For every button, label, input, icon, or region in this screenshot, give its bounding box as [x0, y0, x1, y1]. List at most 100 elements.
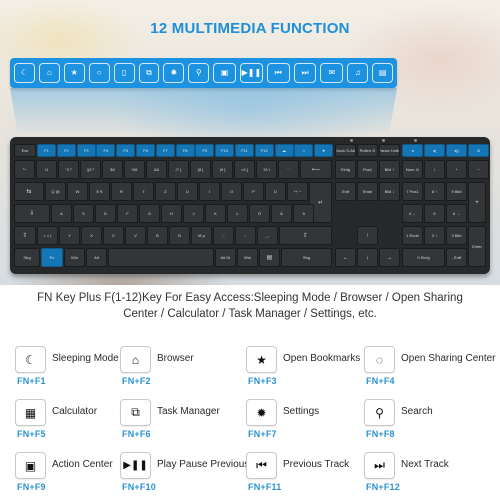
- function-shortcut: FN+F9: [17, 482, 46, 492]
- key: Ende: [357, 182, 378, 201]
- function-label: Sleeping Mode: [52, 353, 119, 364]
- function-calculator: ▦ Calculator FN+F5: [15, 399, 135, 444]
- key: B: [147, 226, 168, 245]
- key: F4: [96, 144, 116, 157]
- function-shortcut: FN+F10: [122, 482, 156, 492]
- function-sleeping-mode: ☾ Sleeping Mode FN+F1: [15, 346, 135, 391]
- key: Strg: [14, 248, 40, 267]
- key: ▤: [259, 248, 280, 267]
- key: F10: [215, 144, 235, 157]
- key: 7 Pos1: [402, 182, 423, 201]
- function-settings: ✹ Settings FN+F7: [246, 399, 366, 444]
- led-indicator: [350, 139, 353, 142]
- gear-icon: ✹: [246, 399, 277, 426]
- action-center-icon: ▣: [15, 452, 46, 479]
- key: L: [227, 204, 248, 223]
- key: ⊘: [468, 144, 489, 157]
- key: W: [67, 182, 88, 201]
- key: !1: [36, 160, 57, 179]
- key: ⟵: [300, 160, 332, 179]
- key: Ü: [265, 182, 286, 201]
- key: ⇧: [14, 226, 36, 245]
- key: > < |: [37, 226, 58, 245]
- key: Win: [64, 248, 85, 267]
- key: (8 [: [190, 160, 211, 179]
- key: ⌂: [294, 144, 314, 157]
- key: _-: [257, 226, 278, 245]
- key: Enter: [468, 226, 486, 267]
- function-shortcut: FN+F1: [17, 376, 46, 386]
- function-shortcut: FN+F8: [366, 429, 395, 439]
- key: F6: [136, 144, 155, 157]
- action-center-icon: ▣: [213, 63, 237, 83]
- led-indicator: [414, 139, 417, 142]
- key: Q @: [45, 182, 66, 201]
- key: Num ⊙: [402, 160, 423, 179]
- previous-track-icon: ⏮: [266, 63, 290, 83]
- keyboard: Esc F1 F2 F3 F4 F5 F6 F7 F8 F9 F10 F11 F12 ☁ ⌂ ★ Druck S…: [10, 137, 490, 274]
- key: Einfg: [335, 160, 356, 179]
- key: Z: [155, 182, 176, 201]
- key: )9 ]: [212, 160, 233, 179]
- key: ↑: [357, 226, 378, 245]
- function-label: Calculator: [52, 406, 98, 417]
- function-shortcut: FN+F3: [248, 376, 277, 386]
- key: 0 Einfg: [402, 248, 445, 267]
- function-shortcut: FN+F6: [122, 429, 151, 439]
- key: →: [379, 248, 400, 267]
- key: &6: [146, 160, 167, 179]
- moon-icon: ☾: [15, 346, 46, 373]
- function-label: Previous Track: [283, 459, 350, 470]
- function-label: Play Pause Previous: [157, 459, 250, 470]
- key: %5: [124, 160, 145, 179]
- key: Bild ↓: [379, 182, 400, 201]
- description-line-1: FN Key Plus F(1-12)Key For Easy Access:S…: [37, 292, 463, 304]
- key: 2 ↓: [424, 226, 445, 245]
- key: K: [205, 204, 226, 223]
- key: /: [424, 160, 445, 179]
- key: ;,: [213, 226, 234, 245]
- search-icon: ⚲: [188, 63, 210, 83]
- key: /7 {: [168, 160, 189, 179]
- next-track-icon: ⏭: [364, 452, 395, 479]
- key: D: [95, 204, 116, 223]
- key: F1: [37, 144, 56, 157]
- key: +: [468, 182, 486, 223]
- key: Entf: [335, 182, 356, 201]
- star-icon: ★: [63, 63, 85, 83]
- key: 6 →: [446, 204, 467, 223]
- key: R: [111, 182, 132, 201]
- description-line-2: Center / Calculator / Task Manager / Set…: [123, 308, 377, 320]
- key: Rollen ⊙: [357, 144, 378, 157]
- function-shortcut: FN+F12: [366, 482, 400, 492]
- search-icon: ⚲: [364, 399, 395, 426]
- key: Alt Gr: [215, 248, 236, 267]
- key: ⇆: [14, 182, 44, 201]
- key: F2: [56, 144, 76, 157]
- key: *: [446, 160, 467, 179]
- music-icon: ♫: [347, 63, 369, 83]
- function-label: Open Bookmarks: [283, 353, 361, 364]
- key: Druck S-Abf: [335, 144, 356, 157]
- key: E €: [89, 182, 110, 201]
- key: Fn: [41, 248, 63, 267]
- moon-icon: ☾: [14, 63, 35, 83]
- key: ⇩: [14, 204, 50, 223]
- key: Pause Untbr: [379, 144, 400, 157]
- key: ☁: [274, 144, 294, 157]
- function-label: Action Center: [52, 459, 113, 470]
- key: Alt: [86, 248, 107, 267]
- key: A: [51, 204, 72, 223]
- key: J: [183, 204, 204, 223]
- settings-icon: ✹: [163, 63, 185, 83]
- key: , Entf: [446, 248, 467, 267]
- key: Win: [237, 248, 258, 267]
- home-icon: ⌂: [38, 63, 60, 83]
- key: ?ß \: [256, 160, 277, 179]
- key: F8: [175, 144, 195, 157]
- led-indicator: [382, 139, 385, 142]
- key: −: [468, 160, 489, 179]
- function-search: ⚲ Search FN+F8: [364, 399, 484, 444]
- computer-icon: ▤: [372, 63, 394, 83]
- key: 8 ↑: [424, 182, 445, 201]
